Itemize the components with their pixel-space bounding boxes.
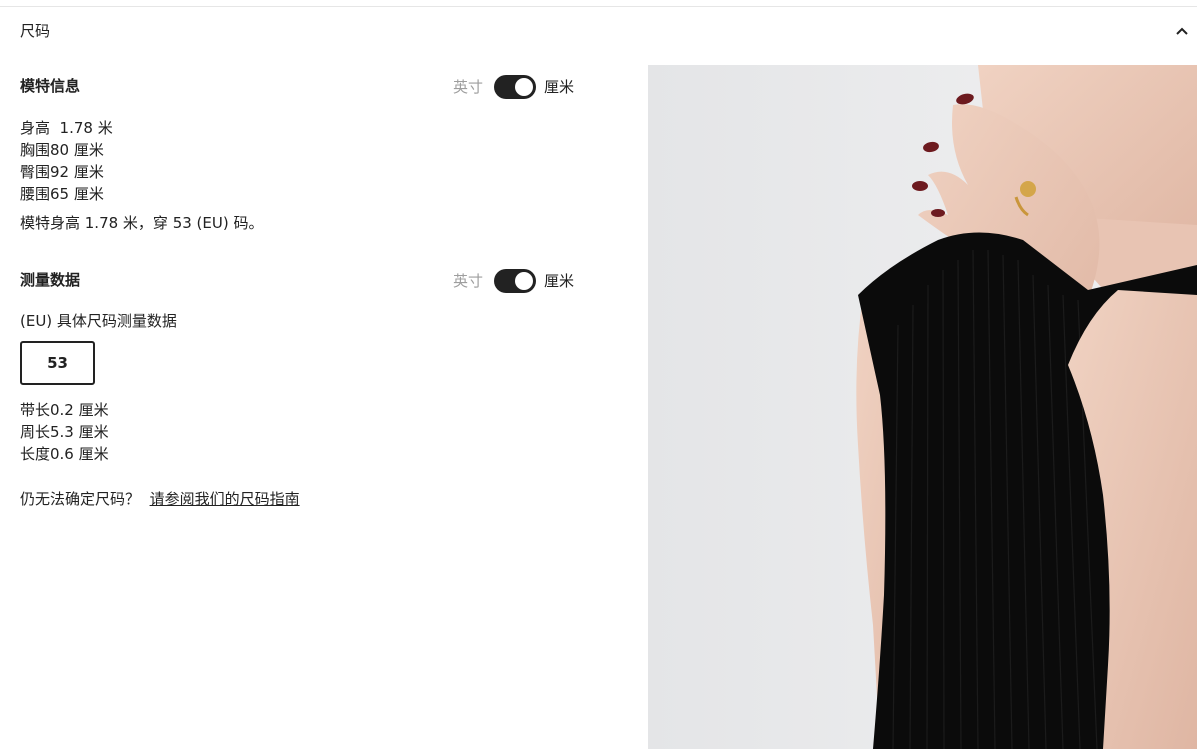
- size-guide-prompt: 仍无法确定尺码？: [20, 490, 141, 508]
- model-stat-waist: 腰围65 厘米: [20, 185, 104, 203]
- chevron-up-icon[interactable]: [1175, 24, 1189, 38]
- size-guide-link[interactable]: 请参阅我们的尺码指南: [150, 490, 300, 508]
- unit-inch-label[interactable]: 英寸: [453, 77, 483, 97]
- measurement-stats-list: 带长0.2 厘米 周长5.3 厘米 长度0.6 厘米: [20, 399, 109, 465]
- model-info-title: 模特信息: [20, 77, 81, 95]
- measurement-strap-length: 带长0.2 厘米: [20, 401, 109, 419]
- model-unit-toggle[interactable]: 英寸 厘米: [453, 75, 583, 99]
- model-photo: [648, 65, 1197, 749]
- switch-knob: [515, 78, 533, 96]
- unit-switch[interactable]: [494, 75, 536, 99]
- unit-cm-label[interactable]: 厘米: [544, 271, 574, 291]
- measurements-title: 测量数据: [20, 271, 81, 289]
- model-photo-image: [648, 65, 1197, 749]
- measurement-unit-toggle[interactable]: 英寸 厘米: [453, 269, 583, 293]
- model-stat-hips: 臀围92 厘米: [20, 163, 104, 181]
- switch-knob: [515, 272, 533, 290]
- accordion-title: 尺码: [20, 22, 51, 40]
- model-stat-height: 身高 1.78 米: [20, 119, 113, 137]
- size-accordion-header[interactable]: 尺码: [0, 7, 1197, 55]
- unit-switch[interactable]: [494, 269, 536, 293]
- size-guide-row: 仍无法确定尺码？ 请参阅我们的尺码指南: [20, 489, 300, 509]
- size-measurement-label: (EU) 具体尺码测量数据: [20, 312, 177, 330]
- model-stat-bust: 胸围80 厘米: [20, 141, 104, 159]
- model-summary: 模特身高 1.78 米，穿 53 (EU) 码。: [20, 214, 264, 232]
- measurement-circumference: 周长5.3 厘米: [20, 423, 109, 441]
- model-stats-list: 身高 1.78 米 胸围80 厘米 臀围92 厘米 腰围65 厘米: [20, 117, 113, 205]
- measurement-length: 长度0.6 厘米: [20, 445, 109, 463]
- size-button-53[interactable]: 53: [20, 341, 95, 385]
- unit-inch-label[interactable]: 英寸: [453, 271, 483, 291]
- unit-cm-label[interactable]: 厘米: [544, 77, 574, 97]
